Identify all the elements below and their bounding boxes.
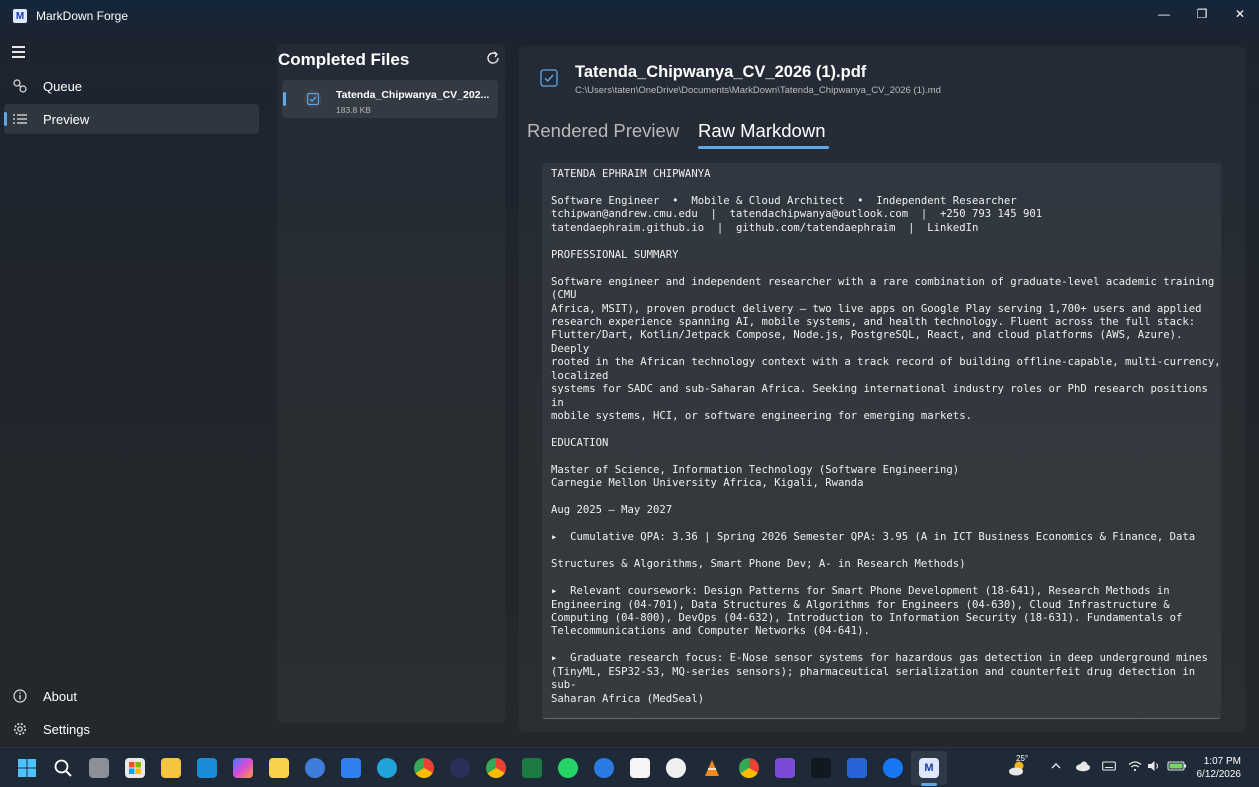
file-explorer-icon[interactable] xyxy=(161,758,181,778)
document-panel: Tatenda_Chipwanya_CV_2026 (1).pdf C:\Use… xyxy=(519,46,1245,732)
windows-start-icon[interactable] xyxy=(17,758,37,778)
selection-indicator xyxy=(4,112,7,126)
calendar-app-icon[interactable] xyxy=(197,758,217,778)
selection-indicator xyxy=(283,92,286,106)
task-view-icon[interactable] xyxy=(89,758,109,778)
terminal-icon[interactable] xyxy=(811,758,831,778)
queue-icon xyxy=(12,78,28,94)
sidebar-item-settings[interactable]: Settings xyxy=(4,714,259,744)
battery-icon[interactable] xyxy=(1167,760,1187,775)
window-controls: — ❐ ✕ xyxy=(1145,0,1259,28)
facebook-icon[interactable] xyxy=(883,758,903,778)
document-title: Tatenda_Chipwanya_CV_2026 (1).pdf xyxy=(575,63,867,81)
sidebar-item-label: Queue xyxy=(43,78,83,94)
clock-date: 6/12/2026 xyxy=(1196,769,1242,780)
system-clock[interactable]: 1:07 PM 6/12/2026 xyxy=(1197,755,1242,781)
info-icon xyxy=(12,688,28,704)
keyboard-icon[interactable] xyxy=(1102,760,1116,775)
search-icon[interactable] xyxy=(53,758,73,778)
wifi-icon[interactable] xyxy=(1128,760,1142,775)
active-app-indicator xyxy=(921,783,937,786)
visual-studio-icon[interactable] xyxy=(775,758,795,778)
app-logo-icon: M xyxy=(13,9,27,23)
hamburger-menu-icon[interactable] xyxy=(12,46,28,58)
chevron-up-icon[interactable] xyxy=(1050,760,1062,775)
tab-rendered-preview[interactable]: Rendered Preview xyxy=(527,120,679,142)
vscode-icon[interactable] xyxy=(341,758,361,778)
raw-markdown-view[interactable]: TATENDA EPHRAIM CHIPWANYA Software Engin… xyxy=(542,163,1221,719)
sticky-notes-icon[interactable] xyxy=(269,758,289,778)
checkbox-icon xyxy=(539,68,559,88)
markdown-text: TATENDA EPHRAIM CHIPWANYA Software Engin… xyxy=(551,168,1221,705)
sidebar-item-preview[interactable]: Preview xyxy=(4,104,259,134)
refresh-icon[interactable] xyxy=(485,50,501,66)
minimize-button[interactable]: — xyxy=(1145,0,1183,28)
app-store-icon[interactable] xyxy=(594,758,614,778)
sidebar-item-label: About xyxy=(43,688,77,704)
chrome-profile-icon[interactable] xyxy=(486,758,506,778)
app-icon[interactable] xyxy=(450,758,470,778)
panel-title: Completed Files xyxy=(278,50,410,69)
app-title: MarkDown Forge xyxy=(36,9,129,23)
linkedin-icon[interactable] xyxy=(847,758,867,778)
sidebar-item-label: Settings xyxy=(43,721,90,737)
sync-app-icon[interactable] xyxy=(305,758,325,778)
store-icon[interactable] xyxy=(125,758,145,778)
document-path: C:\Users\taten\OneDrive\Documents\MarkDo… xyxy=(575,85,941,96)
gear-icon xyxy=(12,721,28,737)
chrome-icon[interactable] xyxy=(414,758,434,778)
whatsapp-icon[interactable] xyxy=(558,758,578,778)
completed-files-panel: Completed Files Tatenda_Chipwanya_CV_202… xyxy=(277,44,505,723)
sidebar-item-label: Preview xyxy=(43,111,90,127)
active-tab-indicator xyxy=(698,146,829,149)
title-bar: M MarkDown Forge — ❐ ✕ xyxy=(0,0,1259,32)
file-size: 183.8 KB xyxy=(336,105,371,115)
file-name: Tatenda_Chipwanya_CV_202... xyxy=(336,89,490,101)
sidebar: Queue Preview About Settings xyxy=(0,32,264,747)
clock-time: 1:07 PM xyxy=(1203,756,1241,767)
sidebar-item-about[interactable]: About xyxy=(4,681,259,711)
taskbar: M 25° 1:07 PM 6/12/2026 xyxy=(0,747,1259,787)
close-button[interactable]: ✕ xyxy=(1221,0,1259,28)
copilot-icon[interactable] xyxy=(233,758,253,778)
volume-icon[interactable] xyxy=(1147,760,1161,775)
restore-button[interactable]: ❐ xyxy=(1183,0,1221,28)
list-icon xyxy=(12,111,28,127)
vlc-icon[interactable] xyxy=(702,758,722,778)
excel-icon[interactable] xyxy=(522,758,542,778)
markdown-forge-taskbar-icon[interactable]: M xyxy=(919,758,939,778)
chrome-work-icon[interactable] xyxy=(739,758,759,778)
checkbox-icon xyxy=(304,90,322,108)
edge-icon[interactable] xyxy=(377,758,397,778)
weather-temperature: 25° xyxy=(1016,754,1029,763)
onedrive-icon[interactable] xyxy=(1075,760,1091,775)
tab-raw-markdown[interactable]: Raw Markdown xyxy=(698,120,826,142)
media-player-icon[interactable] xyxy=(666,758,686,778)
file-list-item[interactable]: Tatenda_Chipwanya_CV_202... 183.8 KB xyxy=(282,80,498,118)
sidebar-item-queue[interactable]: Queue xyxy=(4,71,259,101)
android-studio-icon[interactable] xyxy=(630,758,650,778)
